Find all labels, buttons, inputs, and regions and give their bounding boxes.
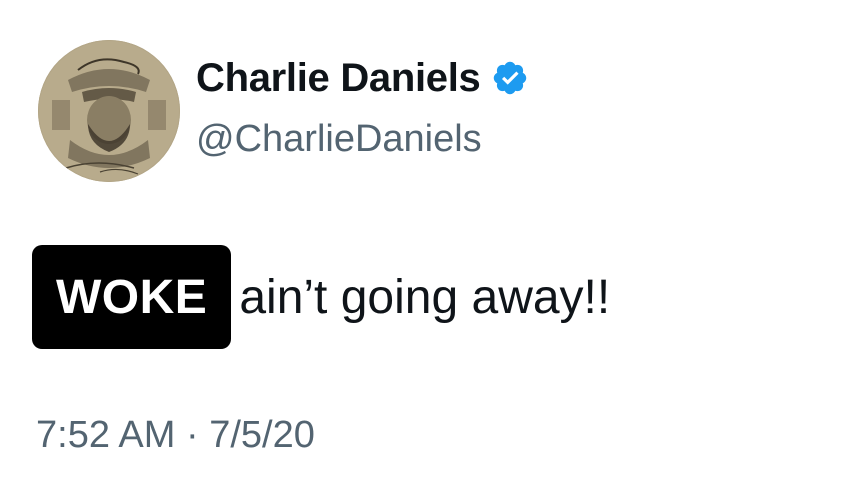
author-name-row[interactable]: Charlie Daniels xyxy=(196,54,529,102)
avatar[interactable] xyxy=(38,40,180,182)
author-display-name[interactable]: Charlie Daniels xyxy=(196,54,481,102)
tweet-text-rest: ain’t going away!! xyxy=(239,270,611,324)
author-handle[interactable]: @CharlieDaniels xyxy=(196,116,482,162)
tweet-timestamp[interactable]: 7:52 AM · 7/5/20 xyxy=(36,412,315,458)
highlighted-word: WOKE xyxy=(32,245,232,349)
verified-badge-icon xyxy=(491,59,529,97)
avatar-logo-image xyxy=(38,40,180,182)
tweet-text: WOKE ain’t going away!! xyxy=(32,245,610,349)
